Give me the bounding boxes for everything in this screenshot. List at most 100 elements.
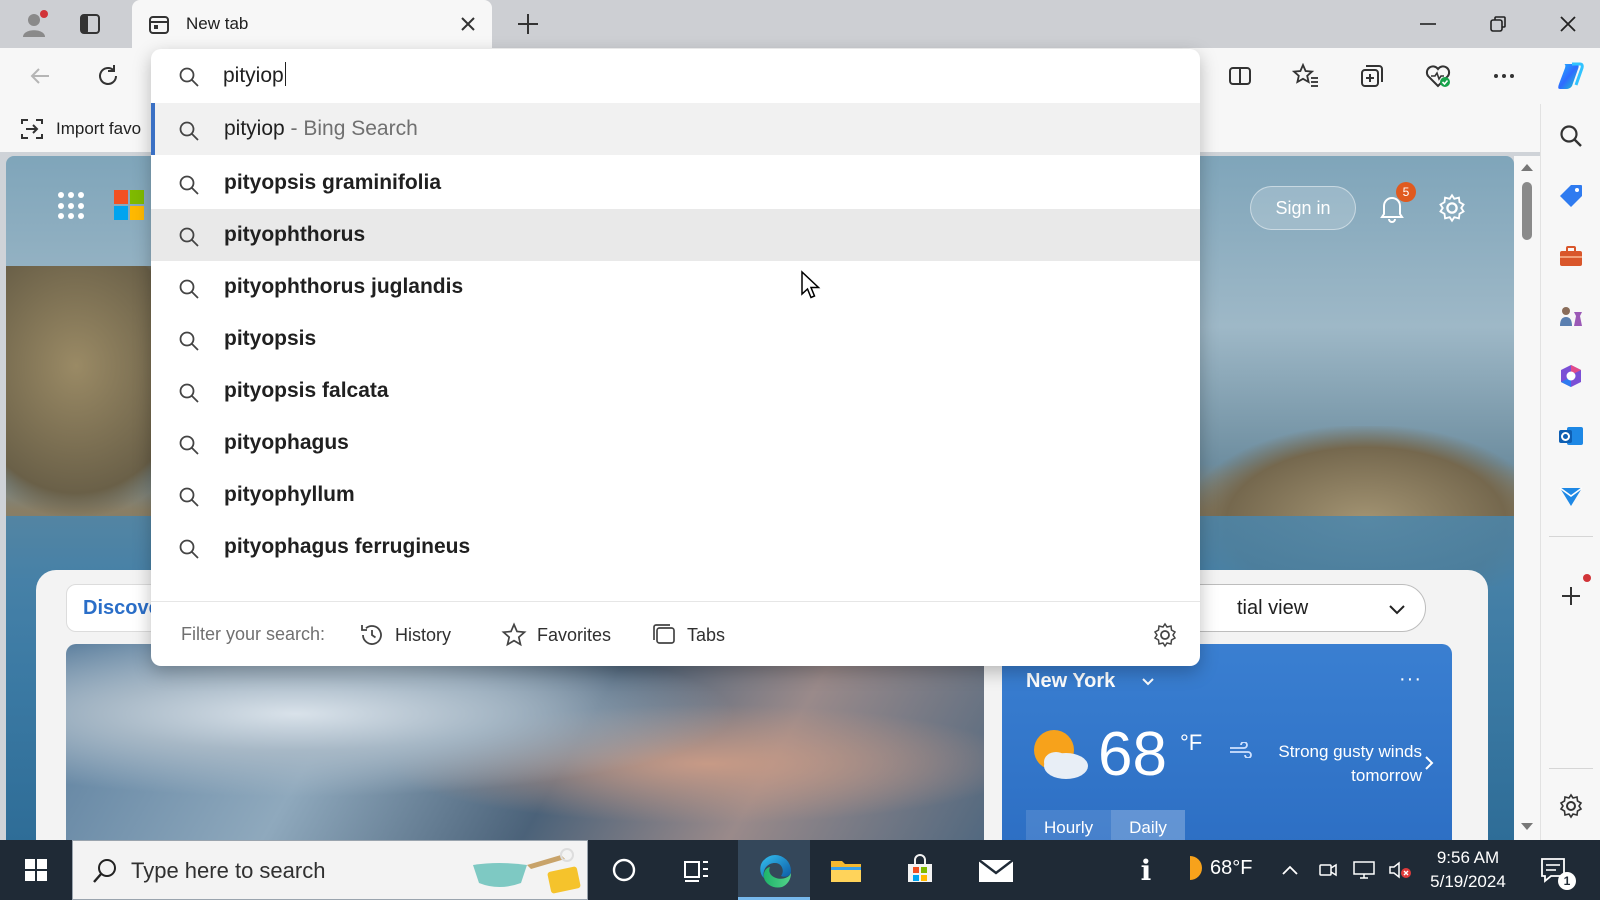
address-bar[interactable]: pityiop	[151, 49, 1200, 103]
weather-alert[interactable]: Strong gusty winds tomorrow	[1230, 740, 1422, 788]
task-view-icon	[684, 861, 708, 882]
notification-center-button[interactable]: 1	[1528, 840, 1578, 900]
network-button[interactable]	[1346, 840, 1382, 900]
favorites-icon	[1292, 63, 1318, 87]
weather-tabs: Hourly Daily	[1026, 810, 1185, 840]
hero-image[interactable]	[66, 644, 984, 840]
gear-icon[interactable]	[1152, 622, 1178, 648]
sign-in-button[interactable]: Sign in	[1250, 186, 1356, 230]
sidebar-tools-button[interactable]	[1551, 236, 1591, 276]
chevron-right-icon[interactable]	[1422, 754, 1436, 772]
close-icon[interactable]	[456, 12, 480, 36]
store-button[interactable]	[884, 840, 956, 900]
meet-now-button[interactable]	[1310, 840, 1346, 900]
search-icon	[1560, 125, 1582, 147]
filter-favorites-label: Favorites	[537, 624, 612, 645]
weather-card[interactable]: New York ··· 68 °F Strong gusty winds to…	[1002, 644, 1452, 840]
search-icon	[179, 227, 199, 247]
suggestion-item[interactable]: pityopsis graminifolia	[151, 157, 1200, 209]
weather-city[interactable]: New York	[1026, 670, 1115, 693]
info-app-button[interactable]: i	[1120, 840, 1172, 900]
apps-grid-icon[interactable]	[58, 192, 86, 220]
gear-icon	[1559, 793, 1583, 819]
file-explorer-button[interactable]	[810, 840, 882, 900]
suggestion-item[interactable]: pityophagus ferrugineus	[151, 521, 1200, 573]
suggestion-item[interactable]: pityopsis falcata	[151, 365, 1200, 417]
suggestion-label: pityophthorus	[224, 223, 366, 246]
chevron-down-icon[interactable]	[1140, 674, 1156, 690]
suggestion-item[interactable]: pityopsis	[151, 313, 1200, 365]
tools-icon	[1560, 246, 1582, 266]
microsoft-logo[interactable]	[114, 190, 144, 220]
wind-icon	[1230, 742, 1252, 758]
tab-daily[interactable]: Daily	[1111, 810, 1185, 840]
sidebar-search-button[interactable]	[1551, 116, 1591, 156]
tab-hourly[interactable]: Hourly	[1026, 810, 1112, 840]
sidebar-games-button[interactable]	[1551, 296, 1591, 336]
sidebar-office-button[interactable]	[1551, 356, 1591, 396]
filter-history-button[interactable]: History	[359, 620, 451, 650]
sidebar-divider	[1549, 536, 1593, 537]
sidebar-outlook-button[interactable]	[1551, 416, 1591, 456]
close-window-button[interactable]	[1540, 4, 1596, 44]
profile-button[interactable]	[12, 6, 56, 42]
split-screen-button[interactable]	[1220, 56, 1260, 96]
filter-favorites-button[interactable]: Favorites	[501, 620, 611, 650]
page-settings-button[interactable]	[1430, 186, 1474, 230]
suggestion-label: pityophyllum	[224, 483, 355, 506]
collections-button[interactable]	[1352, 56, 1392, 96]
address-bar-input[interactable]: pityiop	[223, 62, 287, 88]
taskbar-weather[interactable]: 68°F	[1190, 856, 1252, 880]
page-scrollbar[interactable]	[1514, 156, 1540, 840]
sidebar-drop-button[interactable]	[1551, 476, 1591, 516]
minimize-button[interactable]	[1400, 4, 1456, 44]
more-button[interactable]	[1484, 56, 1524, 96]
taskbar: Type here to search i 68°F 9:56 AM 5/19/…	[0, 840, 1600, 900]
search-highlight-art	[473, 848, 581, 894]
tab-actions-button[interactable]	[68, 6, 112, 42]
favorites-button[interactable]	[1286, 56, 1326, 96]
browser-essentials-button[interactable]	[1418, 56, 1458, 96]
tab-new-tab[interactable]: New tab	[132, 0, 492, 48]
sidebar-shopping-button[interactable]	[1551, 176, 1591, 216]
filter-tabs-button[interactable]: Tabs	[651, 620, 725, 650]
back-button[interactable]	[20, 56, 60, 96]
suggestion-label: pityophthorus juglandis	[224, 275, 464, 298]
suggestion-item[interactable]: pityophthorus juglandis	[151, 261, 1200, 313]
copilot-button[interactable]	[1550, 56, 1590, 96]
weather-more-button[interactable]: ···	[1399, 668, 1422, 691]
refresh-icon	[99, 65, 117, 85]
show-hidden-icons-button[interactable]	[1270, 840, 1310, 900]
import-favorites-button[interactable]: Import favo	[18, 116, 141, 142]
weather-unit: °F	[1180, 730, 1203, 755]
scroll-down-arrow[interactable]	[1520, 822, 1534, 832]
weather-alert-line1: Strong gusty winds	[1278, 742, 1422, 761]
taskbar-search-box[interactable]: Type here to search	[72, 840, 588, 900]
refresh-button[interactable]	[88, 56, 128, 96]
mail-button[interactable]	[960, 840, 1032, 900]
suggestion-item[interactable]: pityophyllum	[151, 469, 1200, 521]
partly-cloudy-icon	[1034, 730, 1088, 779]
suggestion-item[interactable]: pityophthorus	[151, 209, 1200, 261]
sidebar-settings-button[interactable]	[1551, 786, 1591, 826]
taskbar-search-placeholder: Type here to search	[131, 858, 326, 883]
scrollbar-thumb[interactable]	[1522, 182, 1532, 240]
notification-center-badge: 1	[1558, 872, 1576, 890]
taskbar-clock[interactable]: 9:56 AM 5/19/2024	[1418, 846, 1518, 894]
close-icon	[1560, 16, 1576, 32]
sidebar-add-button[interactable]	[1551, 574, 1591, 616]
scroll-up-arrow[interactable]	[1520, 162, 1534, 172]
cortana-button[interactable]	[588, 840, 660, 900]
restore-button[interactable]	[1470, 4, 1526, 44]
suggestion-source: - Bing Search	[284, 117, 418, 140]
start-button[interactable]	[0, 840, 72, 900]
restore-icon	[1490, 16, 1506, 32]
suggestion-item[interactable]: pityophagus	[151, 417, 1200, 469]
task-view-button[interactable]	[660, 840, 732, 900]
volume-button[interactable]	[1382, 840, 1418, 900]
taskbar-edge-active[interactable]	[738, 840, 810, 900]
suggestion-bing-search[interactable]: pityiop - Bing Search	[151, 103, 1200, 155]
suggestion-label: pityophagus ferrugineus	[224, 535, 471, 558]
weather-sun-icon	[1190, 856, 1202, 880]
new-tab-button[interactable]	[508, 6, 548, 42]
